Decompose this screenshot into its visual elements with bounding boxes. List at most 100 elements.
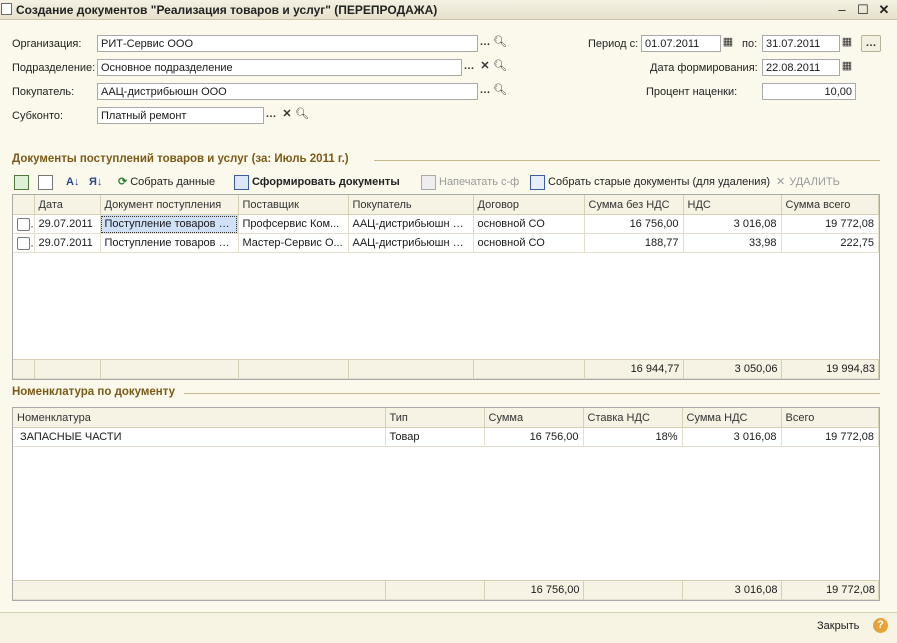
dept-select-button[interactable]: … <box>461 59 477 76</box>
subkonto-clear-icon[interactable]: ✕ <box>279 107 295 124</box>
table-row[interactable]: 29.07.2011 Поступление товаров и... Маст… <box>13 233 879 253</box>
sort-desc-icon: Я↓ <box>89 176 103 188</box>
dept-field[interactable]: Основное подразделение <box>97 59 462 76</box>
col-header-sum-no-vat[interactable]: Сумма без НДС <box>584 195 684 215</box>
total-cell: 19 994,83 <box>781 359 879 379</box>
col-header-sum[interactable]: Сумма <box>484 408 584 428</box>
subkonto-select-button[interactable]: … <box>263 107 279 124</box>
col-header-type[interactable]: Тип <box>385 408 485 428</box>
org-field[interactable]: РИТ-Сервис ООО <box>97 35 478 52</box>
bottom-bar <box>0 612 897 643</box>
window-title: Создание документов "Реализация товаров … <box>16 3 438 17</box>
col-header-buyer[interactable]: Покупатель <box>348 195 474 215</box>
total-cell: 3 050,06 <box>683 359 782 379</box>
row-checkbox[interactable] <box>13 233 35 253</box>
delete-icon: ✕ <box>776 176 786 188</box>
table-cell: Профсервис Ком... <box>238 214 349 234</box>
calendar-icon[interactable]: ▦ <box>720 35 736 52</box>
org-select-button[interactable]: … <box>477 35 493 52</box>
col-header-total[interactable]: Сумма всего <box>781 195 879 215</box>
col-header-check[interactable] <box>13 195 35 215</box>
dept-label: Подразделение: <box>12 62 96 74</box>
total-cell: 19 772,08 <box>781 580 879 600</box>
col-header-item[interactable]: Номенклатура <box>13 408 386 428</box>
dept-clear-icon[interactable]: ✕ <box>477 59 493 76</box>
delete-button[interactable]: ✕ УДАЛИТЬ <box>776 174 840 190</box>
table-cell: 18% <box>583 427 683 447</box>
col-header-supplier[interactable]: Поставщик <box>238 195 349 215</box>
table-cell: 33,98 <box>683 233 782 253</box>
subkonto-label: Субконто: <box>12 110 64 122</box>
documents-search-icon <box>530 174 545 190</box>
help-icon[interactable]: ? <box>873 618 888 633</box>
collect-data-label: Собрать данные <box>130 176 216 188</box>
period-to-field[interactable]: 31.07.2011 <box>762 35 840 52</box>
period-from-field[interactable]: 01.07.2011 <box>641 35 721 52</box>
period-to-label: по: <box>742 38 758 50</box>
col-header-vat-rate[interactable]: Ставка НДС <box>583 408 683 428</box>
sort-desc-button[interactable]: Я↓ <box>89 174 102 190</box>
document-icon <box>1 3 12 15</box>
table-cell: основной СО <box>473 233 585 253</box>
select-all-button[interactable] <box>14 174 32 190</box>
sort-asc-button[interactable]: A↓ <box>66 174 79 190</box>
uncheck-all-button[interactable] <box>38 174 56 190</box>
date-form-field[interactable]: 22.08.2011 <box>762 59 840 76</box>
document-create-icon <box>234 174 249 190</box>
table-cell: Товар <box>385 427 485 447</box>
table-cell: 16 756,00 <box>484 427 584 447</box>
buyer-field[interactable]: ААЦ-дистрибьюшн ООО <box>97 83 478 100</box>
table-cell: ЗАПАСНЫЕ ЧАСТИ <box>13 427 386 447</box>
total-cell <box>100 359 239 379</box>
collect-data-button[interactable]: ⟳ Собрать данные <box>118 174 215 190</box>
total-cell <box>385 580 485 600</box>
table-cell: 3 016,08 <box>683 214 782 234</box>
table-cell[interactable]: Поступление товаров и... <box>100 214 239 234</box>
col-header-date[interactable]: Дата <box>34 195 101 215</box>
receipts-table: Дата Документ поступления Поставщик Поку… <box>12 194 880 380</box>
col-header-vat[interactable]: НДС <box>683 195 782 215</box>
buyer-search-icon[interactable]: 🔍︎ <box>492 83 508 100</box>
close-button[interactable]: Закрыть <box>817 620 859 632</box>
subkonto-field[interactable]: Платный ремонт <box>97 107 264 124</box>
table-row[interactable]: 29.07.2011 Поступление товаров и... Проф… <box>13 214 879 234</box>
table-cell: Поступление товаров и... <box>100 233 239 253</box>
table-totals-row: 16 944,77 3 050,06 19 994,83 <box>13 359 879 379</box>
row-checkbox[interactable] <box>13 214 35 234</box>
close-window-button[interactable]: ✕ <box>876 2 892 17</box>
checkbox[interactable] <box>17 236 30 250</box>
refresh-icon: ⟳ <box>118 176 128 188</box>
col-header-all[interactable]: Всего <box>781 408 879 428</box>
table-row[interactable]: ЗАПАСНЫЕ ЧАСТИ Товар 16 756,00 18% 3 016… <box>13 427 879 447</box>
table-cell: 3 016,08 <box>682 427 782 447</box>
org-search-icon[interactable]: 🔍︎ <box>492 35 508 52</box>
table-cell: 222,75 <box>781 233 879 253</box>
print-invoice-button[interactable]: Напечатать с-ф <box>421 174 519 190</box>
calendar-icon[interactable]: ▦ <box>839 35 855 52</box>
maximize-button[interactable]: ☐ <box>855 2 871 17</box>
period-label: Период с: <box>588 38 639 50</box>
total-cell <box>583 580 683 600</box>
collect-old-docs-label: Собрать старые документы (для удаления) <box>548 176 771 188</box>
table-header-row: Дата Документ поступления Поставщик Поку… <box>13 195 879 215</box>
table-cell: Мастер-Сервис О... <box>238 233 349 253</box>
markup-field[interactable]: 10,00 <box>762 83 856 100</box>
org-label: Организация: <box>12 38 82 50</box>
table-header-row: Номенклатура Тип Сумма Ставка НДС Сумма … <box>13 408 879 428</box>
col-header-contract[interactable]: Договор <box>473 195 585 215</box>
period-select-button[interactable]: … <box>861 35 881 52</box>
table-cell: 19 772,08 <box>781 214 879 234</box>
form-documents-button[interactable]: Сформировать документы <box>234 174 400 190</box>
form-documents-label: Сформировать документы <box>252 176 400 188</box>
minimize-button[interactable]: – <box>834 2 850 17</box>
checkbox[interactable] <box>17 217 30 231</box>
collect-old-docs-button[interactable]: Собрать старые документы (для удаления) <box>530 174 770 190</box>
subkonto-search-icon[interactable]: 🔍︎ <box>294 107 310 124</box>
section-divider <box>374 160 880 161</box>
col-header-vat-sum[interactable]: Сумма НДС <box>682 408 782 428</box>
calendar-icon[interactable]: ▦ <box>839 59 855 76</box>
col-header-doc[interactable]: Документ поступления <box>100 195 239 215</box>
table-cell: ААЦ-дистрибьюшн О... <box>348 214 474 234</box>
buyer-select-button[interactable]: … <box>477 83 493 100</box>
dept-search-icon[interactable]: 🔍︎ <box>492 59 508 76</box>
